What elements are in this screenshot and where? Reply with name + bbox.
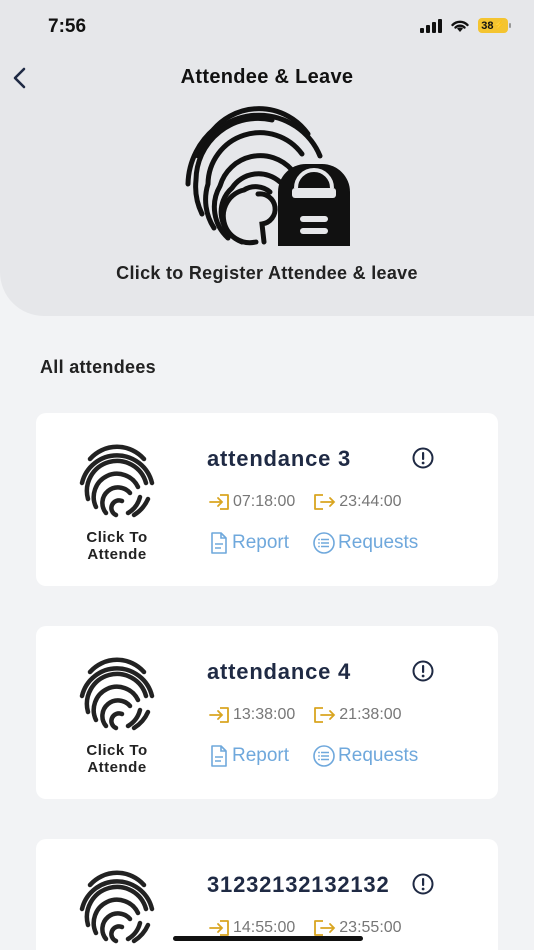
status-time: 7:56	[48, 16, 87, 37]
attendance-card: 31232132132132 14:55:00 23:55:00	[36, 839, 498, 950]
click-to-attend-label[interactable]: Click To Attende	[64, 529, 170, 563]
signal-icon	[420, 18, 442, 33]
attendance-times: 14:55:00 23:55:00	[209, 919, 402, 937]
attendance-times: 13:38:00 21:38:00	[209, 706, 402, 724]
fingerprint-icon[interactable]	[76, 443, 158, 519]
section-title: All attendees	[40, 357, 156, 377]
fingerprint-icon[interactable]	[76, 656, 158, 732]
status-bar: 7:56 38 ⚡	[0, 0, 534, 56]
report-button[interactable]: Report	[209, 532, 289, 554]
info-icon[interactable]	[412, 447, 434, 469]
attendance-card: Click To Attende attendance 3 07:18:00 2…	[36, 413, 498, 586]
document-icon	[211, 745, 227, 767]
logout-icon	[314, 920, 336, 936]
login-icon	[209, 707, 229, 723]
wifi-icon	[451, 20, 469, 32]
fingerprint-icon[interactable]	[76, 869, 158, 945]
attendance-times: 07:18:00 23:44:00	[209, 493, 402, 511]
requests-button[interactable]: Requests	[313, 532, 418, 554]
page-title: Attendee & Leave	[180, 66, 354, 88]
check-in-time: 13:38:00	[209, 706, 295, 724]
register-instruction: Click to Register Attendee & leave	[116, 263, 418, 283]
check-in-time: 07:18:00	[209, 493, 295, 511]
card-actions: Report Requests	[209, 532, 418, 554]
check-out-time: 21:38:00	[313, 706, 402, 724]
check-out-value: 23:55:00	[339, 919, 402, 936]
logout-icon	[314, 707, 336, 723]
click-to-attend-text: Click To Attende	[86, 742, 148, 776]
list-icon	[313, 745, 335, 767]
document-icon	[211, 532, 227, 554]
attendance-title: attendance 3	[207, 446, 352, 471]
battery-level: 38	[481, 19, 494, 32]
info-icon[interactable]	[412, 660, 434, 682]
report-button[interactable]: Report	[209, 745, 289, 767]
status-icons: 38 ⚡	[420, 18, 511, 33]
home-indicator[interactable]	[173, 936, 363, 941]
click-to-attend-label[interactable]: Click To Attende	[64, 742, 170, 776]
card-actions: Report Requests	[209, 745, 418, 767]
check-in-time: 14:55:00	[209, 919, 295, 937]
attendance-title: attendance 4	[207, 659, 352, 684]
check-in-value: 07:18:00	[233, 493, 296, 510]
login-icon	[209, 494, 229, 510]
check-out-time: 23:55:00	[313, 919, 402, 937]
click-to-attend-text: Click To Attende	[86, 529, 148, 563]
battery-icon: 38 ⚡	[478, 18, 511, 33]
list-icon	[313, 532, 335, 554]
report-label: Report	[232, 745, 290, 766]
check-out-value: 23:44:00	[339, 493, 402, 510]
fingerprint-lock-icon	[185, 106, 350, 246]
login-icon	[209, 920, 229, 936]
requests-label: Requests	[338, 532, 419, 553]
attendance-title: 31232132132132	[207, 872, 390, 897]
check-in-value: 13:38:00	[233, 706, 296, 723]
register-fingerprint-button[interactable]	[180, 104, 354, 248]
logout-icon	[314, 494, 336, 510]
check-out-time: 23:44:00	[313, 493, 402, 511]
check-out-value: 21:38:00	[339, 706, 402, 723]
requests-label: Requests	[338, 745, 419, 766]
requests-button[interactable]: Requests	[313, 745, 418, 767]
check-in-value: 14:55:00	[233, 919, 296, 936]
report-label: Report	[232, 532, 290, 553]
attendance-card: Click To Attende attendance 4 13:38:00 2…	[36, 626, 498, 799]
info-icon[interactable]	[412, 873, 434, 895]
